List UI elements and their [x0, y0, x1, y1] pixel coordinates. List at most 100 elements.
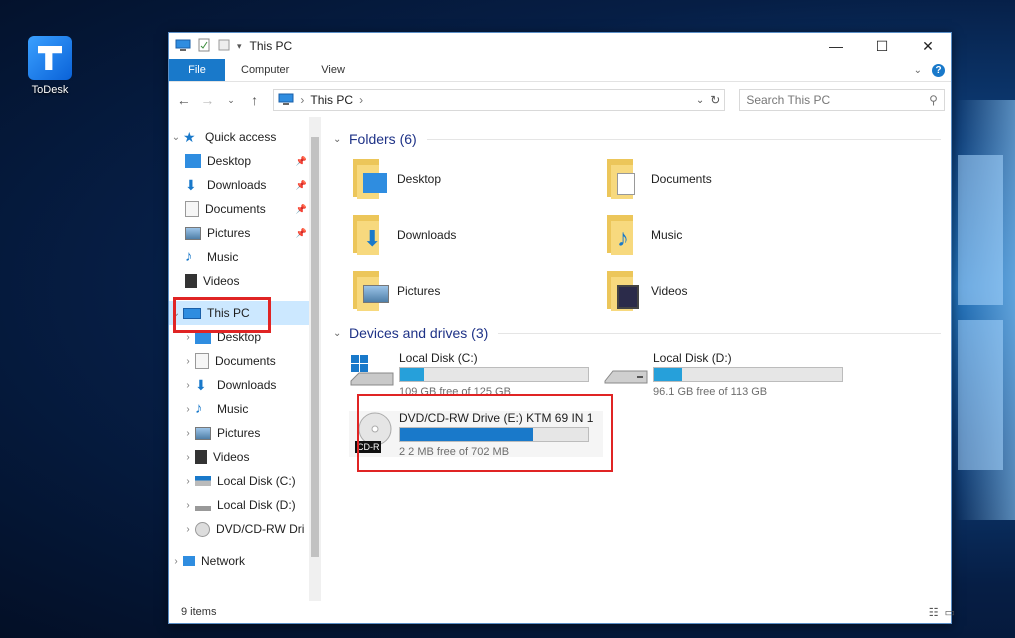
nav-label: Downloads — [207, 178, 267, 192]
folder-music-icon: ♪ — [603, 213, 647, 257]
address-dropdown-chevron-icon[interactable]: ⌄ — [696, 95, 704, 106]
nav-label: Music — [207, 250, 239, 264]
nav-pc-local-disk-d[interactable]: › Local Disk (D:) — [169, 493, 321, 517]
nav-quick-downloads[interactable]: ⬇ Downloads 📌 — [169, 173, 321, 197]
nav-pc-music[interactable]: › ♪ Music — [169, 397, 321, 421]
item-count: 9 items — [181, 606, 217, 618]
nav-pc-downloads[interactable]: › ⬇ Downloads — [169, 373, 321, 397]
quick-access-toolbar: ▾ — [175, 38, 242, 55]
desktop-icon-todesk[interactable]: ToDesk — [22, 36, 78, 96]
folder-videos-icon — [603, 269, 647, 313]
close-button[interactable]: ✕ — [905, 33, 951, 59]
desktop-icon — [185, 154, 201, 168]
todesk-icon — [28, 36, 72, 80]
nav-label: Videos — [213, 450, 250, 464]
expand-chevron-icon[interactable]: › — [169, 556, 183, 567]
folder-videos[interactable]: Videos — [603, 267, 857, 315]
folder-desktop[interactable]: Desktop — [349, 155, 603, 203]
folder-downloads[interactable]: ⬇ Downloads — [349, 211, 603, 259]
expand-chevron-icon[interactable]: › — [181, 404, 195, 415]
nav-scrollbar[interactable] — [309, 117, 321, 601]
explorer-body: ⌄ ★ Quick access Desktop 📌 ⬇ Downloads 📌… — [169, 117, 951, 601]
drive-local-disk-c[interactable]: Local Disk (C:) 109 GB free of 125 GB — [349, 351, 603, 398]
details-view-icon[interactable]: ☷ — [929, 606, 939, 619]
network-icon — [183, 556, 195, 566]
nav-pc-videos[interactable]: › Videos — [169, 445, 321, 469]
nav-quick-access[interactable]: ⌄ ★ Quick access — [169, 125, 321, 149]
star-icon: ★ — [183, 129, 196, 145]
collapse-chevron-icon[interactable]: ⌄ — [169, 132, 183, 143]
folder-documents-icon — [603, 157, 647, 201]
expand-chevron-icon[interactable]: › — [181, 332, 195, 343]
collapse-chevron-icon[interactable]: ⌄ — [333, 328, 349, 339]
breadcrumb-separator-icon[interactable]: › — [359, 93, 363, 107]
forward-button[interactable]: → — [199, 92, 217, 108]
tab-view[interactable]: View — [305, 59, 361, 81]
folders-grid: Desktop Documents ⬇ Downloads ♪ Music Pi… — [333, 155, 951, 315]
search-input[interactable]: Search This PC ⚲ — [739, 89, 945, 111]
maximize-button[interactable]: ☐ — [859, 33, 905, 59]
expand-chevron-icon[interactable]: › — [181, 380, 195, 391]
minimize-button[interactable]: — — [813, 33, 859, 59]
folders-section-header[interactable]: ⌄ Folders (6) — [333, 127, 951, 151]
computer-icon — [175, 39, 191, 54]
title-bar: ▾ This PC — ☐ ✕ — [169, 33, 951, 59]
customize-toolbar-chevron-icon[interactable]: ▾ — [237, 41, 242, 52]
up-button[interactable]: ↑ — [246, 92, 264, 108]
nav-quick-videos[interactable]: Videos — [169, 269, 321, 293]
large-icons-view-icon[interactable]: ▭ — [945, 606, 955, 619]
expand-chevron-icon[interactable]: › — [181, 428, 195, 439]
nav-pc-documents[interactable]: › Documents — [169, 349, 321, 373]
folder-pictures[interactable]: Pictures — [349, 267, 603, 315]
ribbon-tabs: File Computer View ⌄ ? — [169, 59, 951, 82]
navigation-pane: ⌄ ★ Quick access Desktop 📌 ⬇ Downloads 📌… — [169, 117, 321, 601]
nav-quick-documents[interactable]: Documents 📌 — [169, 197, 321, 221]
expand-ribbon-chevron-icon[interactable]: ⌄ — [914, 65, 922, 76]
nav-pc-dvd-drive[interactable]: › DVD/CD-RW Dri — [169, 517, 321, 541]
highlight-dvd-drive — [357, 394, 613, 472]
nav-label: Quick access — [205, 130, 277, 144]
properties-icon[interactable] — [197, 38, 211, 55]
folder-documents[interactable]: Documents — [603, 155, 857, 203]
scrollbar-thumb[interactable] — [311, 137, 319, 557]
disc-icon — [195, 521, 210, 537]
folder-desktop-icon — [349, 157, 393, 201]
drives-section-header[interactable]: ⌄ Devices and drives (3) — [333, 321, 951, 345]
back-button[interactable]: ← — [175, 92, 193, 108]
expand-chevron-icon[interactable]: › — [181, 356, 195, 367]
nav-label: Local Disk (D:) — [217, 498, 296, 512]
file-explorer-window: ▾ This PC — ☐ ✕ File Computer View ⌄ ? ←… — [168, 32, 955, 624]
drive-local-disk-d[interactable]: Local Disk (D:) 96.1 GB free of 113 GB — [603, 351, 857, 398]
expand-chevron-icon[interactable]: › — [181, 476, 195, 487]
refresh-icon[interactable]: ↻ — [710, 93, 720, 107]
drive-usage-fill — [400, 368, 425, 381]
breadcrumb-this-pc[interactable]: This PC — [310, 93, 353, 107]
windows-logo-pane — [958, 155, 1003, 305]
expand-chevron-icon[interactable]: › — [181, 500, 195, 511]
nav-pc-pictures[interactable]: › Pictures — [169, 421, 321, 445]
pictures-icon — [195, 426, 211, 440]
computer-icon — [278, 93, 294, 108]
nav-quick-pictures[interactable]: Pictures 📌 — [169, 221, 321, 245]
expand-chevron-icon[interactable]: › — [181, 524, 195, 535]
collapse-chevron-icon[interactable]: ⌄ — [333, 134, 349, 145]
tab-file[interactable]: File — [169, 59, 225, 81]
expand-chevron-icon[interactable]: › — [181, 452, 195, 463]
section-divider — [426, 138, 941, 140]
nav-label: Local Disk (C:) — [217, 474, 296, 488]
nav-network[interactable]: › Network — [169, 549, 321, 573]
recent-locations-chevron-icon[interactable]: ⌄ — [222, 95, 240, 106]
folder-pictures-icon — [349, 269, 393, 313]
drive-free-space: 96.1 GB free of 113 GB — [653, 386, 768, 398]
nav-quick-music[interactable]: ♪ Music — [169, 245, 321, 269]
section-title: Devices and drives (3) — [349, 325, 489, 341]
help-icon[interactable]: ? — [932, 63, 945, 77]
nav-pc-local-disk-c[interactable]: › Local Disk (C:) — [169, 469, 321, 493]
breadcrumb-separator-icon: › — [300, 93, 305, 107]
nav-quick-desktop[interactable]: Desktop 📌 — [169, 149, 321, 173]
address-bar[interactable]: › This PC › ⌄ ↻ — [273, 89, 726, 111]
nav-label: Music — [217, 402, 249, 416]
folder-music[interactable]: ♪ Music — [603, 211, 857, 259]
tab-computer[interactable]: Computer — [225, 59, 305, 81]
new-folder-icon[interactable] — [217, 38, 231, 55]
